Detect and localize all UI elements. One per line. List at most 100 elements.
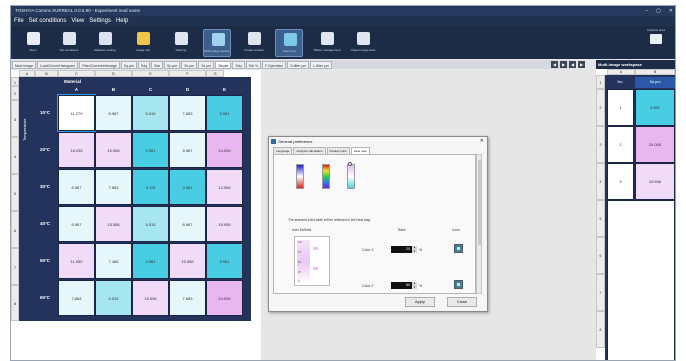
open-button[interactable]: Open	[19, 29, 47, 57]
last-tab-button[interactable]: ▶	[578, 61, 585, 68]
close-dialog-button[interactable]: Close	[447, 297, 477, 307]
spin-arrows-icon[interactable]: ▲ ▼	[412, 282, 417, 289]
colorbar-rainbow[interactable]	[322, 164, 330, 189]
column-header[interactable]: E	[132, 70, 169, 77]
row-header[interactable]: 4	[11, 137, 19, 174]
column-header[interactable]: C	[58, 70, 95, 77]
color-1-picker-button[interactable]	[454, 244, 463, 253]
row-header[interactable]: 6	[11, 211, 19, 248]
user-defined-color-list[interactable]: 100 75 50 25 0	[294, 236, 330, 286]
heat-map-button[interactable]: Heat map	[275, 29, 303, 57]
workspace-row[interactable]: 1 3.961	[607, 89, 675, 126]
sa-value-cell[interactable]: 3.961	[635, 89, 675, 126]
sheet-tab[interactable]: F.Operation	[262, 61, 287, 69]
heat-map-cell[interactable]: 16.035	[58, 132, 95, 168]
row-header[interactable]: 2	[596, 89, 605, 126]
heat-map-cell[interactable]: 5.515	[132, 95, 169, 131]
sheet-tab[interactable]: Filter/Correct/edimage	[79, 61, 120, 69]
dialog-close-icon[interactable]: ✕	[480, 137, 484, 146]
sheet-tab[interactable]: Load/Curve/Histogram	[37, 61, 79, 69]
menu-help[interactable]: Help	[116, 16, 128, 26]
column-header[interactable]: G	[206, 70, 224, 77]
heat-map-cell[interactable]: 15.556	[169, 243, 206, 279]
column-header[interactable]: D	[95, 70, 132, 77]
workspace-row[interactable]: 3 15.556	[607, 163, 675, 200]
heat-map-cell[interactable]: 15.956	[206, 206, 243, 242]
heat-map-cell[interactable]: 7.683	[169, 280, 206, 316]
sheet-tab[interactable]: Sdq	[137, 61, 151, 69]
heat-map-cell[interactable]: 24.006	[206, 132, 243, 168]
heat-map-cell[interactable]: 3.961	[206, 243, 243, 279]
color-1-ratio-input[interactable]: 20 ▲ ▼	[391, 246, 417, 253]
sheet-tab[interactable]: Sa µm	[215, 61, 232, 69]
menu-set-conditions[interactable]: Set conditions	[29, 16, 67, 26]
menu-settings[interactable]: Settings	[89, 16, 111, 26]
heat-map-cell[interactable]: 6.967	[58, 169, 95, 205]
scrollbar-thumb[interactable]	[478, 160, 481, 245]
tables-management-button[interactable]: Tables management	[313, 29, 341, 57]
spin-arrows-icon[interactable]: ▲ ▼	[412, 246, 417, 253]
heat-map-cell[interactable]: 3.961	[206, 95, 243, 131]
sheet-tab[interactable]: Sdr %	[245, 61, 262, 69]
sheet-tab[interactable]: L-filter µm	[310, 61, 332, 69]
image-info-button[interactable]: Image info	[129, 29, 157, 57]
workspace-row[interactable]: 2 24.006	[607, 126, 675, 163]
heat-map-cell[interactable]: 7.683	[95, 169, 132, 205]
sa-value-cell[interactable]: 15.556	[635, 163, 675, 200]
heat-map-cell[interactable]: 5.515	[132, 206, 169, 242]
heat-map-cell[interactable]: 6.967	[169, 206, 206, 242]
color-2-picker-button[interactable]	[454, 280, 463, 289]
heat-map-cell[interactable]: 5.515	[95, 280, 132, 316]
first-tab-button[interactable]: ◀	[551, 61, 558, 68]
measure-setting-button[interactable]: Measure setting	[91, 29, 119, 57]
row-header[interactable]: 2	[11, 86, 19, 100]
sheet-tab[interactable]: Sz µm	[198, 61, 215, 69]
heat-map-cell[interactable]: 11.950	[58, 243, 95, 279]
next-tab-button[interactable]: ▶	[560, 61, 567, 68]
set-conditions-button[interactable]: Set conditions	[55, 29, 83, 57]
color-stop-marker[interactable]	[313, 247, 318, 250]
sheet-tab[interactable]: Sv µm	[181, 61, 198, 69]
sheet-empty-area[interactable]	[11, 321, 261, 360]
output-image-data-button[interactable]: Output image data	[349, 29, 377, 57]
column-header[interactable]: F	[169, 70, 206, 77]
column-header[interactable]: B	[35, 70, 58, 77]
column-header[interactable]: B	[635, 69, 675, 75]
color-stop-marker[interactable]	[313, 267, 318, 270]
sheet-tab[interactable]: Sp µm	[164, 61, 181, 69]
sheet-tab[interactable]: Sq µm	[120, 61, 137, 69]
column-header[interactable]: A	[19, 70, 35, 77]
heat-map-cell[interactable]: 24.006	[206, 280, 243, 316]
row-header[interactable]: 6	[596, 237, 605, 274]
row-header[interactable]: 5	[596, 200, 605, 237]
sheet-tab[interactable]: S-filter µm	[287, 61, 310, 69]
row-header[interactable]: 7	[596, 274, 605, 311]
heat-map-cell[interactable]: 7.683	[169, 95, 206, 131]
heat-map-cell[interactable]: 11.279	[57, 94, 96, 132]
sheet-tab[interactable]: Main image	[12, 61, 37, 69]
heat-map-cell[interactable]: 3.961	[169, 169, 206, 205]
heat-map-cell[interactable]: 15.556	[132, 280, 169, 316]
row-header[interactable]: 3	[11, 100, 19, 137]
prev-tab-button[interactable]: ◀	[569, 61, 576, 68]
workspace-empty-area[interactable]	[607, 200, 675, 360]
multi-image-workspace-button[interactable]: Multi-image workspace	[203, 29, 231, 57]
heat-map-cell[interactable]: 3.961	[132, 243, 169, 279]
apply-button[interactable]: Apply	[405, 297, 435, 307]
filtering-button[interactable]: Filtering	[167, 29, 195, 57]
sheet-tab[interactable]: Ssk	[151, 61, 163, 69]
heat-map-cell[interactable]: 4.115	[132, 169, 169, 205]
sheet-tab[interactable]: Sdq	[232, 61, 245, 69]
spreadsheet[interactable]: Temperature Material ABCDEFG12345678ABCD…	[11, 70, 261, 360]
heat-map-cell[interactable]: 6.967	[58, 206, 95, 242]
menu-file[interactable]: File	[14, 16, 24, 26]
menu-view[interactable]: View	[71, 16, 84, 26]
color-2-ratio-input[interactable]: 60 ▲ ▼	[391, 282, 417, 289]
sa-value-cell[interactable]: 24.006	[635, 126, 675, 163]
heat-map-cell[interactable]: 7.468	[95, 243, 132, 279]
heat-map-cell[interactable]: 8.987	[95, 95, 132, 131]
column-header[interactable]: A	[607, 69, 635, 75]
row-header[interactable]: 3	[596, 126, 605, 163]
row-header[interactable]: 8	[11, 285, 19, 321]
row-header[interactable]: 1	[596, 75, 605, 89]
